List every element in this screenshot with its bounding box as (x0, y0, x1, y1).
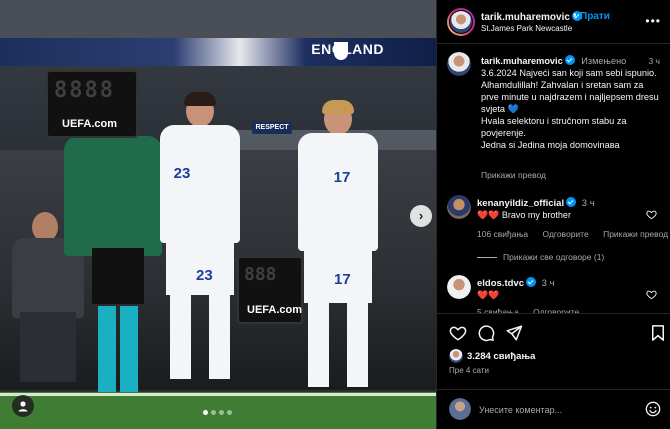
post-panel: tarik.muharemovic • Прати St.James Park … (436, 0, 670, 429)
user-tag-button[interactable] (12, 395, 34, 417)
post-actions: 3.284 свиђања Пре 4 сати (437, 313, 670, 429)
add-comment-bar (437, 389, 670, 429)
commenter-username[interactable]: kenanyildiz_official 3 ч (477, 197, 595, 209)
view-replies-link[interactable]: Прикажи све одговоре (1) (477, 252, 604, 262)
banner-text: ENGLAND (311, 41, 384, 57)
comment-time: 3 ч (581, 198, 595, 209)
fourth-official (58, 110, 162, 400)
comment-heart-icon[interactable] (646, 209, 657, 220)
comment-time: 3 ч (541, 278, 555, 289)
carousel-dot (227, 410, 232, 415)
comment-heart-icon[interactable] (646, 289, 657, 300)
comment-likes[interactable]: 106 свиђања (477, 229, 528, 239)
caption-username[interactable]: tarik.muharemovic (481, 56, 563, 66)
caption-line: Jedna si Jedina moja domovinaва (481, 140, 620, 150)
follow-button[interactable]: Прати (580, 11, 610, 22)
commenter-avatar[interactable] (447, 275, 471, 299)
emoji-icon[interactable] (645, 401, 661, 417)
comment-text: ❤️❤️ Bravo my brother (477, 210, 571, 220)
caption-avatar[interactable] (447, 52, 471, 76)
liker-avatar[interactable] (449, 349, 463, 363)
my-avatar (449, 398, 471, 420)
author-username[interactable]: tarik.muharemovic (481, 11, 582, 23)
shirt-number: 17 (333, 169, 351, 186)
edited-label: Измењено (581, 56, 627, 66)
board-brand: UEFA.com (62, 118, 118, 130)
player-17: 17 17 (298, 100, 378, 400)
comment-item: kenanyildiz_official 3 ч ❤️❤️ Bravo my b… (437, 195, 670, 265)
shirt-number: 23 (173, 165, 191, 182)
post-photo[interactable]: ENGLAND RESPECT 8888 UEFA.com 23 23 17 1… (0, 0, 436, 429)
carousel-dot (211, 410, 216, 415)
caption-line: 3.6.2024 Najveći san koji sam sebi ispun… (481, 68, 657, 78)
commenter-avatar[interactable] (447, 195, 471, 219)
stadium-stands (0, 0, 436, 40)
substitution-board: 8888 UEFA.com (46, 70, 138, 138)
board-brand: UEFA.com (247, 304, 303, 316)
shorts-number: 17 (334, 271, 351, 288)
verified-icon (566, 197, 577, 207)
carousel-dots (203, 410, 232, 415)
more-options-icon[interactable]: ••• (645, 14, 661, 28)
comment-meta: 106 свиђања Одговорите Прикажи превод (477, 229, 670, 239)
next-image-button[interactable]: › (410, 205, 432, 227)
comment-reply[interactable]: Одговорите (543, 229, 589, 239)
comment-input[interactable] (479, 401, 629, 419)
carousel-dot (219, 410, 224, 415)
comment-text: ❤️❤️ (477, 290, 500, 300)
verified-icon (564, 55, 575, 65)
caption-line: Hvala selektoru i stručnom stabu za povj… (481, 116, 627, 138)
post-header: tarik.muharemovic • Прати St.James Park … (437, 0, 670, 44)
likes-count[interactable]: 3.284 свиђања (467, 351, 535, 362)
heart-icon[interactable] (449, 324, 467, 342)
shorts-number: 23 (196, 267, 213, 284)
substitution-board-2: 888 UEFA.com (237, 256, 303, 324)
share-icon[interactable] (505, 324, 523, 342)
pitch-line (0, 393, 436, 396)
verified-icon (526, 277, 536, 287)
user-tag-icon (18, 401, 28, 412)
post-caption: tarik.muharemovic Измењено 3.6.2024 Najv… (481, 55, 661, 151)
carousel-dot (203, 410, 208, 415)
bookmark-icon[interactable] (649, 324, 667, 342)
caption-translate-link[interactable]: Прикажи превод (481, 170, 546, 180)
post-age[interactable]: Пре 4 сати (449, 366, 489, 375)
location-link[interactable]: St.James Park Newcastle (481, 24, 572, 33)
comment-item: eldos.tdvc 3 ч ❤️❤️ 5 свиђања Одговорите (437, 275, 670, 315)
comment-icon[interactable] (477, 324, 495, 342)
comment-translate[interactable]: Прикажи превод (603, 229, 668, 239)
caption-line: Alhamdulillah! Zahvalan i sretan sam za … (481, 80, 659, 114)
respect-ad: RESPECT (252, 122, 292, 134)
commenter-username[interactable]: eldos.tdvc 3 ч (477, 277, 555, 289)
player-23: 23 23 (160, 92, 240, 400)
author-avatar[interactable] (447, 8, 475, 36)
